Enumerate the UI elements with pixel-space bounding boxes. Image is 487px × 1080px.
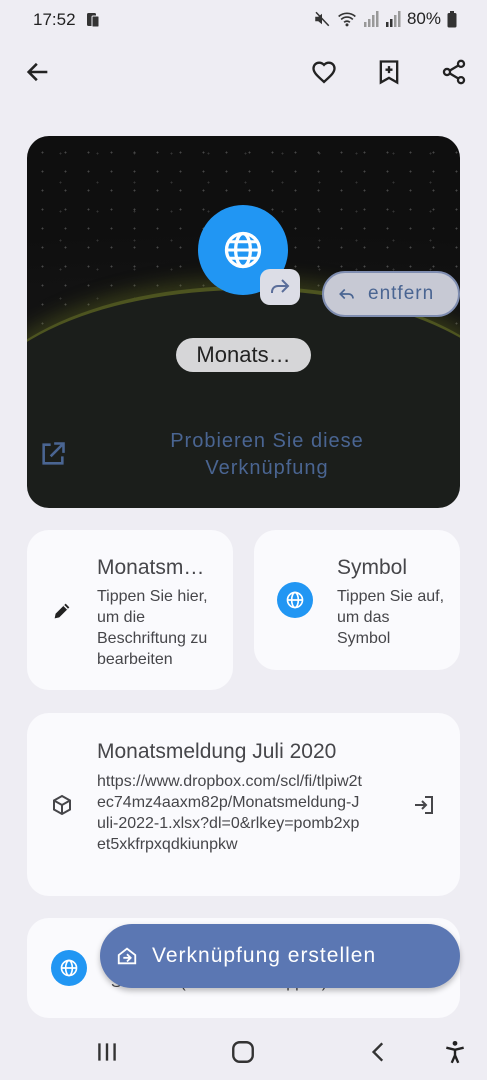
try-shortcut-button[interactable]: Probieren Sie diese Verknüpfung bbox=[27, 400, 460, 508]
forward-arrow-icon bbox=[271, 279, 290, 293]
link-target-card[interactable]: Monatsmeldung Juli 2020 https://www.drop… bbox=[27, 713, 460, 896]
bookmark-button[interactable] bbox=[367, 50, 411, 94]
shortcut-preview-card: entfern Monats… Probieren Sie diese Verk… bbox=[27, 136, 460, 508]
try-shortcut-label: Probieren Sie diese Verknüpfung bbox=[170, 430, 364, 479]
link-url: https://www.dropbox.com/scl/fi/tlpiw2tec… bbox=[97, 773, 362, 853]
recents-icon bbox=[98, 1043, 116, 1061]
status-icons: 80% bbox=[313, 9, 457, 29]
home-icon bbox=[232, 1041, 254, 1063]
globe-icon bbox=[224, 231, 262, 269]
favorite-button[interactable] bbox=[302, 50, 346, 94]
mute-icon bbox=[315, 11, 330, 27]
pencil-icon bbox=[54, 603, 70, 619]
globe-icon-badge bbox=[277, 582, 313, 618]
signal-icon bbox=[363, 11, 379, 27]
recent-apps-button[interactable] bbox=[89, 1034, 125, 1070]
package-icon bbox=[53, 794, 71, 816]
undo-arrow-icon bbox=[339, 288, 354, 300]
share-icon bbox=[442, 59, 466, 85]
icon-card-title: Symbol bbox=[337, 556, 408, 579]
create-shortcut-button[interactable]: Verknüpfung erstellen bbox=[100, 924, 460, 988]
system-nav-bar bbox=[0, 1022, 487, 1080]
open-external-icon bbox=[42, 442, 65, 465]
top-app-bar bbox=[0, 48, 487, 96]
battery-percent: 80% bbox=[406, 9, 441, 28]
icon-card[interactable]: Symbol Tippen Sie auf, um das Symbol bbox=[254, 530, 460, 670]
bookmark-add-icon bbox=[379, 60, 399, 85]
globe-icon bbox=[60, 959, 78, 977]
label-card[interactable]: Monatsm… Tippen Sie hier, um die Beschri… bbox=[27, 530, 233, 690]
globe-icon bbox=[286, 591, 304, 609]
shortcut-label-text: Monats… bbox=[196, 342, 291, 367]
back-nav-button[interactable] bbox=[361, 1034, 397, 1070]
login-arrow-icon[interactable] bbox=[412, 793, 436, 817]
remove-button[interactable]: entfern bbox=[322, 271, 460, 317]
home-add-icon bbox=[117, 947, 137, 965]
wallpaper-preview: entfern Monats… bbox=[27, 136, 460, 508]
accessibility-icon bbox=[446, 1040, 464, 1064]
shortcut-label-preview: Monats… bbox=[176, 338, 311, 372]
status-time: 17:52 bbox=[33, 10, 76, 29]
remove-label: entfern bbox=[368, 283, 435, 304]
home-button[interactable] bbox=[225, 1034, 261, 1070]
edit-label-icon-wrap bbox=[43, 592, 81, 630]
accessibility-button[interactable] bbox=[437, 1034, 473, 1070]
wifi-icon bbox=[338, 12, 356, 27]
shortcut-badge bbox=[260, 269, 300, 305]
icon-card-subtitle: Tippen Sie auf, um das Symbol bbox=[337, 588, 445, 647]
signal-roaming-icon bbox=[385, 11, 401, 27]
status-bar: 17:52 80% bbox=[0, 0, 487, 40]
back-button[interactable] bbox=[16, 50, 60, 94]
link-title: Monatsmeldung Juli 2020 bbox=[97, 740, 337, 763]
battery-icon bbox=[447, 10, 457, 27]
chevron-left-icon bbox=[371, 1042, 384, 1062]
heart-icon bbox=[312, 61, 336, 84]
create-shortcut-label: Verknüpfung erstellen bbox=[152, 944, 377, 967]
notification-app-icon bbox=[87, 13, 100, 28]
share-button[interactable] bbox=[432, 50, 476, 94]
browser-globe-badge bbox=[51, 950, 87, 986]
icon-card-globe bbox=[276, 581, 314, 619]
label-card-subtitle: Tippen Sie hier, um die Beschriftung zu … bbox=[97, 588, 208, 668]
label-card-title: Monatsm… bbox=[97, 556, 205, 579]
arrow-left-icon bbox=[26, 62, 48, 82]
